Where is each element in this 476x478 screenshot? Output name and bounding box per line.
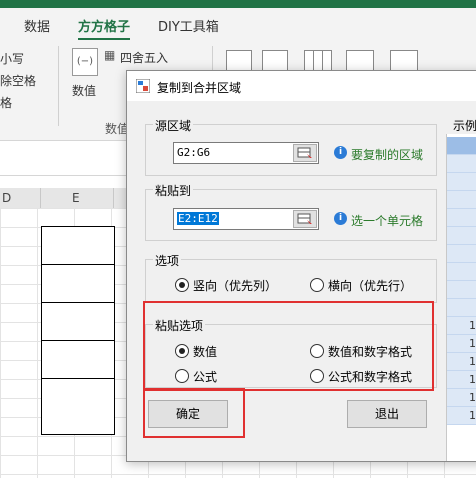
sample-row: 12 xyxy=(447,353,476,371)
sample-row: 4 xyxy=(447,209,476,227)
source-label: 源区域 xyxy=(153,117,194,134)
highlight-paste-options xyxy=(143,301,434,391)
sample-row: 9 xyxy=(447,299,476,317)
number-button-label[interactable]: 数值 xyxy=(72,82,96,99)
ribbon-tab-bar: 数据 方方格子 DIY工具箱 xyxy=(0,8,476,41)
range-select-button[interactable] xyxy=(293,210,317,228)
sample-row: 5 xyxy=(447,227,476,245)
paste-hint: 选一个单元格 xyxy=(351,214,424,228)
tab-diy[interactable]: DIY工具箱 xyxy=(158,16,219,35)
ribbon-item-format[interactable]: 格 xyxy=(0,94,12,111)
dialog-title: 复制到合并区域 xyxy=(157,81,242,95)
column-header-e[interactable]: E xyxy=(72,191,80,205)
sample-header-row xyxy=(447,137,476,155)
ribbon-item-lowercase[interactable]: 小写 xyxy=(0,50,24,67)
sample-panel: 1 2 3 4 5 6 7 8 9 10 11 12 13 14 15 xyxy=(446,134,476,461)
app-icon xyxy=(136,79,150,93)
column-header-d[interactable]: D xyxy=(2,191,11,205)
ok-button[interactable]: 确定 xyxy=(148,400,228,428)
column-divider xyxy=(113,188,114,208)
sample-row: 6 xyxy=(447,245,476,263)
sample-row: 13 xyxy=(447,371,476,389)
source-range-value: G2:G6 xyxy=(177,146,211,159)
merged-cell[interactable] xyxy=(41,264,115,303)
sample-row: 3 xyxy=(447,191,476,209)
sample-row: 8 xyxy=(447,281,476,299)
column-divider xyxy=(40,188,41,208)
sample-row: 2 xyxy=(447,173,476,191)
range-picker-icon xyxy=(297,213,312,224)
dialog-title-bar[interactable]: 复制到合并区域 xyxy=(127,71,476,101)
exit-button[interactable]: 退出 xyxy=(347,400,427,428)
radio-vertical-label[interactable]: 竖向（优先列） xyxy=(193,277,277,294)
radio-vertical[interactable] xyxy=(175,278,189,292)
info-icon: i xyxy=(334,212,347,225)
round-icon: ▦ xyxy=(104,48,116,62)
sample-row: 10 xyxy=(447,317,476,335)
copy-to-merged-dialog: 复制到合并区域 源区域 G2:G6 i 要复制的区域 粘贴到 E2:E12 i … xyxy=(126,70,476,462)
ribbon-item-trim[interactable]: 除空格 xyxy=(0,72,36,89)
radio-horizontal-label[interactable]: 横向（优先行） xyxy=(328,277,412,294)
tab-data[interactable]: 数据 xyxy=(24,16,50,35)
options-label: 选项 xyxy=(153,252,182,269)
range-select-button[interactable] xyxy=(293,144,317,162)
sample-row: 14 xyxy=(447,389,476,407)
sample-row: 7 xyxy=(447,263,476,281)
source-hint: 要复制的区域 xyxy=(351,148,424,162)
paste-label: 粘贴到 xyxy=(153,182,194,199)
merged-cell[interactable] xyxy=(41,302,115,341)
merged-cell[interactable] xyxy=(41,378,115,435)
source-range-input[interactable]: G2:G6 xyxy=(173,142,319,164)
paste-range-input[interactable]: E2:E12 xyxy=(173,208,319,230)
number-icon[interactable]: (−) xyxy=(72,48,98,76)
sample-row: 15 xyxy=(447,407,476,425)
sample-label: 示例 xyxy=(453,119,476,133)
tab-fangfang[interactable]: 方方格子 xyxy=(78,16,130,35)
sample-row: 1 xyxy=(447,155,476,173)
merged-cell[interactable] xyxy=(41,340,115,379)
sample-row: 11 xyxy=(447,335,476,353)
ribbon-separator xyxy=(58,46,59,126)
paste-range-value: E2:E12 xyxy=(177,212,219,225)
round-button[interactable]: 四舍五入 xyxy=(120,49,168,66)
info-icon: i xyxy=(334,146,347,159)
radio-horizontal[interactable] xyxy=(310,278,324,292)
range-picker-icon xyxy=(297,147,312,158)
merged-cell[interactable] xyxy=(41,226,115,265)
